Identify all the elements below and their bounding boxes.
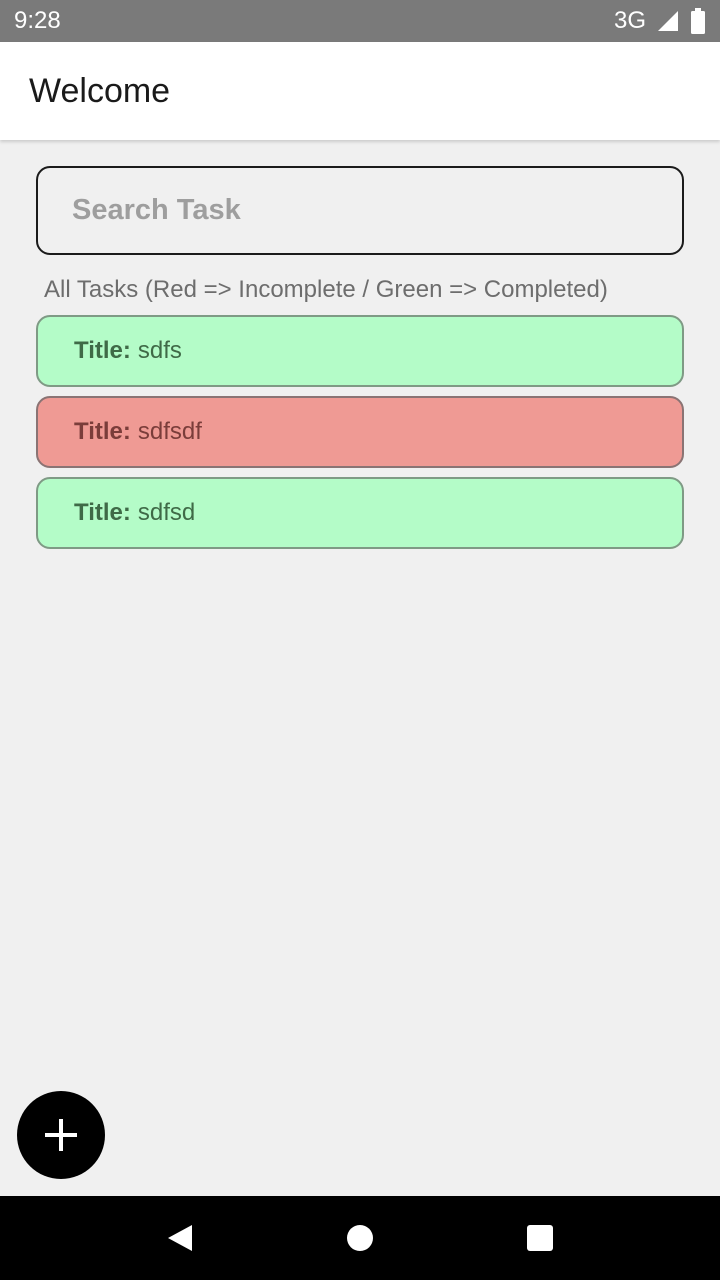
task-title-label: Title: xyxy=(74,499,131,526)
task-title: sdfs xyxy=(137,337,182,364)
signal-icon xyxy=(658,11,678,31)
recents-icon xyxy=(527,1225,553,1251)
plus-icon xyxy=(45,1119,77,1151)
app-bar: Welcome xyxy=(0,42,720,140)
task-card[interactable]: Title: sdfsdf xyxy=(36,396,684,468)
task-title: sdfsdf xyxy=(137,418,202,445)
section-label: All Tasks (Red => Incomplete / Green => … xyxy=(44,276,608,303)
navigation-bar xyxy=(0,1196,720,1280)
back-icon xyxy=(168,1225,192,1251)
task-card[interactable]: Title: sdfs xyxy=(36,315,684,387)
status-icons: 3G xyxy=(614,7,706,35)
page-title: Welcome xyxy=(29,71,171,110)
task-card[interactable]: Title: sdfsd xyxy=(36,477,684,549)
network-type: 3G xyxy=(613,7,646,34)
recents-button[interactable] xyxy=(510,1208,570,1268)
task-title-label: Title: xyxy=(74,337,131,364)
task-title: sdfsd xyxy=(137,499,196,526)
task-title-label: Title: xyxy=(74,418,131,445)
back-button[interactable] xyxy=(150,1208,210,1268)
add-task-button[interactable] xyxy=(17,1091,105,1179)
battery-icon xyxy=(691,8,705,34)
home-button[interactable] xyxy=(330,1208,390,1268)
task-list: Title: sdfs Title: sdfsdf Title: sdfsd xyxy=(36,315,684,558)
home-icon xyxy=(347,1225,373,1251)
search-box[interactable] xyxy=(36,166,684,255)
status-time: 9:28 xyxy=(14,7,61,34)
search-input[interactable] xyxy=(72,194,682,227)
status-bar: 9:28 3G xyxy=(0,0,720,42)
